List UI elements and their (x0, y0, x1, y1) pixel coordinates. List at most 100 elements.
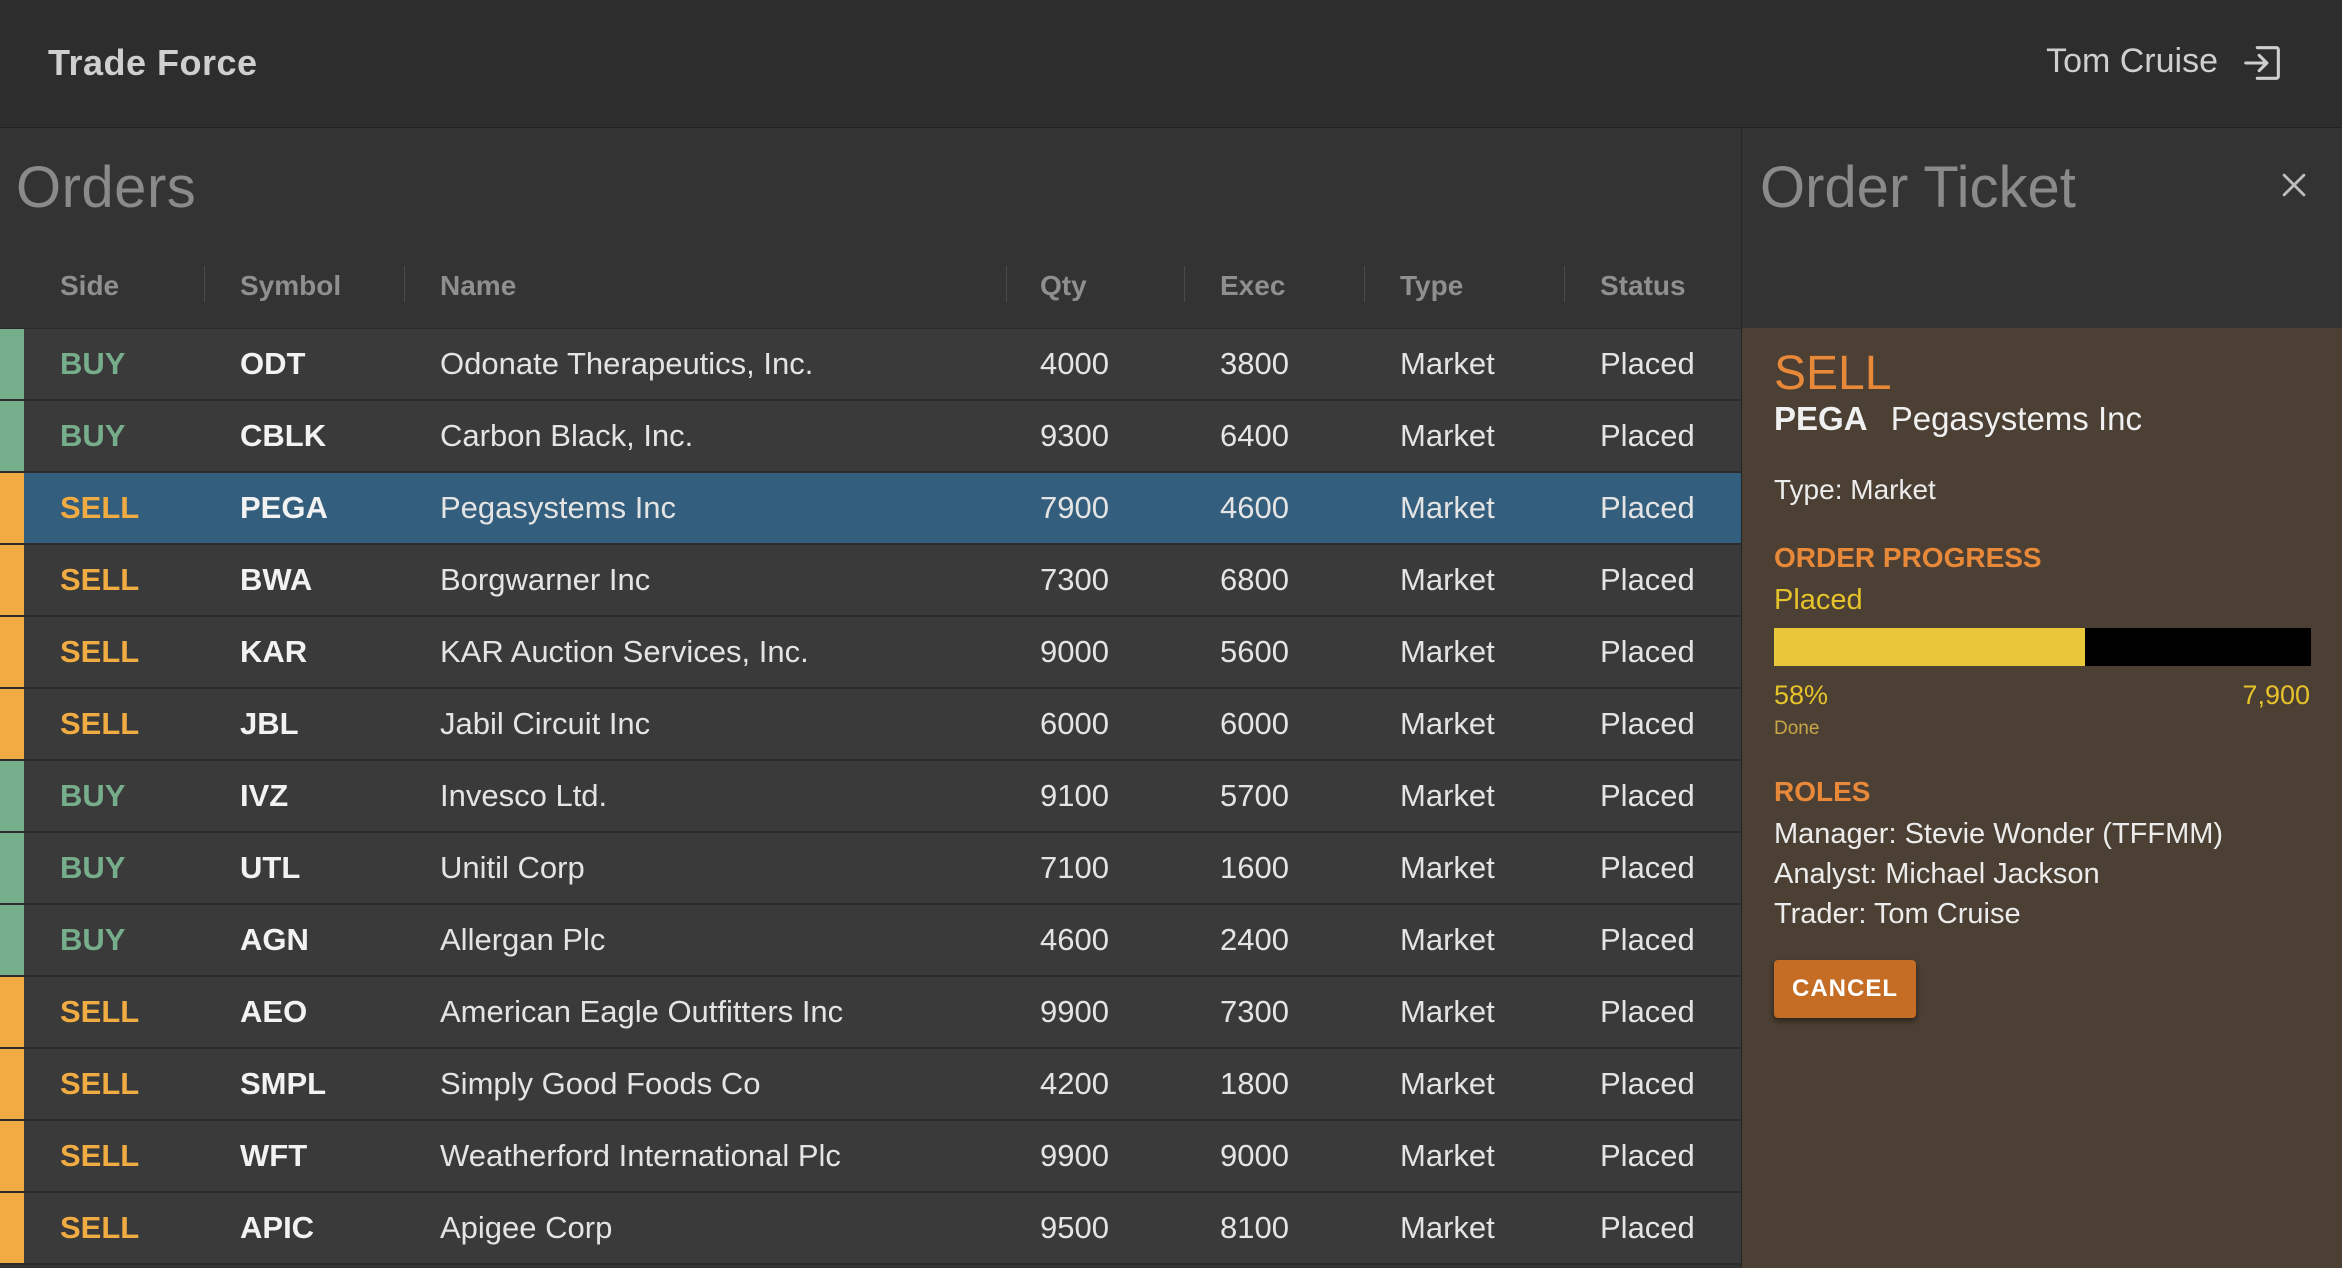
cell-symbol: JBL (240, 706, 299, 741)
role-manager: Manager: Stevie Wonder (TFFMM) (1774, 818, 2224, 850)
column-separator (1006, 266, 1007, 302)
column-header-qty[interactable]: Qty (1040, 264, 1087, 308)
table-row[interactable]: SELL WFT Weatherford International Plc 9900… (0, 1121, 1741, 1193)
table-row[interactable]: BUY ODT Odonate Therapeutics, Inc. 4000 3800… (0, 329, 1741, 401)
order-progress-bar (1774, 628, 2311, 666)
side-indicator-stripe (0, 1049, 24, 1119)
cell-exec: 1600 (1220, 850, 1289, 885)
logout-icon[interactable] (2240, 40, 2286, 86)
cell-side: SELL (60, 1138, 140, 1173)
column-header-status[interactable]: Status (1600, 264, 1686, 308)
ticket-instrument: PEGA Pegasystems Inc (1774, 400, 2142, 438)
cell-qty: 7100 (1040, 850, 1109, 885)
table-row[interactable]: SELL JBL Jabil Circuit Inc 6000 6000 Market Pl… (0, 689, 1741, 761)
cell-name: Apigee Corp (440, 1210, 613, 1245)
cell-exec: 6000 (1220, 706, 1289, 741)
table-row[interactable]: BUY CBLK Carbon Black, Inc. 9300 6400 Market P… (0, 401, 1741, 473)
table-row[interactable]: SELL SMPL Simply Good Foods Co 4200 1800 Mark… (0, 1049, 1741, 1121)
cell-type: Market (1400, 922, 1495, 957)
table-row[interactable]: SELL AEO American Eagle Outfitters Inc 9900… (0, 977, 1741, 1049)
cell-type: Market (1400, 706, 1495, 741)
cell-exec: 3800 (1220, 346, 1289, 381)
cell-side: BUY (60, 346, 126, 381)
cancel-order-button[interactable]: CANCEL (1774, 960, 1916, 1018)
cell-symbol: BWA (240, 562, 313, 597)
ticket-side: SELL (1774, 347, 1892, 400)
cell-qty: 4600 (1040, 922, 1109, 957)
cell-exec: 8100 (1220, 1210, 1289, 1245)
orders-panel: Orders Side Symbol Name Qty Exec Type St… (0, 128, 1741, 1268)
cell-exec: 7300 (1220, 994, 1289, 1029)
table-row[interactable]: BUY UTL Unitil Corp 7100 1600 Market Placed (0, 833, 1741, 905)
user-name: Tom Cruise (2046, 42, 2218, 80)
column-header-side[interactable]: Side (60, 264, 119, 308)
table-row[interactable]: SELL PEGA Pegasystems Inc 7900 4600 Market Pla… (0, 473, 1741, 545)
progress-done-label: Done (1774, 718, 1820, 739)
cell-status: Placed (1600, 778, 1695, 813)
cell-type: Market (1400, 562, 1495, 597)
cell-symbol: SMPL (240, 1066, 327, 1101)
cell-side: SELL (60, 1210, 140, 1245)
cell-type: Market (1400, 490, 1495, 525)
order-ticket-panel: Order Ticket SELL PEGA Pegasystems Inc T… (1741, 128, 2342, 1268)
cell-type: Market (1400, 1210, 1495, 1245)
cell-symbol: AGN (240, 922, 309, 957)
cell-side: BUY (60, 418, 126, 453)
cell-qty: 9300 (1040, 418, 1109, 453)
cell-name: American Eagle Outfitters Inc (440, 994, 844, 1029)
column-separator (1364, 266, 1365, 302)
cell-side: BUY (60, 922, 126, 957)
column-header-exec[interactable]: Exec (1220, 264, 1285, 308)
side-indicator-stripe (0, 761, 24, 831)
close-icon[interactable] (2277, 168, 2311, 202)
cell-qty: 7300 (1040, 562, 1109, 597)
table-row[interactable]: SELL BWA Borgwarner Inc 7300 6800 Market Place… (0, 545, 1741, 617)
cell-exec: 6400 (1220, 418, 1289, 453)
cell-side: SELL (60, 634, 140, 669)
cell-status: Placed (1600, 562, 1695, 597)
column-separator (1184, 266, 1185, 302)
cell-symbol: CBLK (240, 418, 327, 453)
cell-name: Odonate Therapeutics, Inc. (440, 346, 814, 381)
side-indicator-stripe (0, 473, 24, 543)
side-indicator-stripe (0, 1121, 24, 1191)
cell-side: BUY (60, 778, 126, 813)
roles-heading: ROLES (1774, 776, 1871, 807)
cell-symbol: APIC (240, 1210, 315, 1245)
cell-symbol: WFT (240, 1138, 308, 1173)
cell-name: Borgwarner Inc (440, 562, 651, 597)
table-row[interactable]: BUY AGN Allergan Plc 4600 2400 Market Placed (0, 905, 1741, 977)
column-header-name[interactable]: Name (440, 264, 516, 308)
ticket-header: Order Ticket (1742, 128, 2342, 328)
cell-symbol: UTL (240, 850, 301, 885)
table-row[interactable]: SELL APIC Apigee Corp 9500 8100 Market Placed (0, 1193, 1741, 1265)
side-indicator-stripe (0, 977, 24, 1047)
progress-percent: 58% (1774, 680, 1829, 710)
cell-exec: 9000 (1220, 1138, 1289, 1173)
cell-symbol: KAR (240, 634, 308, 669)
cell-status: Placed (1600, 1138, 1695, 1173)
cell-status: Placed (1600, 922, 1695, 957)
column-header-symbol[interactable]: Symbol (240, 264, 341, 308)
cell-side: SELL (60, 1066, 140, 1101)
column-separator (404, 266, 405, 302)
cell-name: Jabil Circuit Inc (440, 706, 651, 741)
cell-qty: 9000 (1040, 634, 1109, 669)
side-indicator-stripe (0, 401, 24, 471)
side-indicator-stripe (0, 617, 24, 687)
cell-qty: 9500 (1040, 1210, 1109, 1245)
cell-symbol: ODT (240, 346, 306, 381)
cell-type: Market (1400, 346, 1495, 381)
cell-status: Placed (1600, 994, 1695, 1029)
ticket-symbol: PEGA (1774, 400, 1868, 437)
table-row[interactable]: BUY IVZ Invesco Ltd. 9100 5700 Market Placed (0, 761, 1741, 833)
cell-type: Market (1400, 418, 1495, 453)
table-row[interactable]: SELL KAR KAR Auction Services, Inc. 9000 560… (0, 617, 1741, 689)
cell-name: Simply Good Foods Co (440, 1066, 761, 1101)
cell-side: SELL (60, 490, 140, 525)
progress-total: 7,900 (2242, 680, 2310, 710)
column-header-type[interactable]: Type (1400, 264, 1463, 308)
column-separator (1564, 266, 1565, 302)
cell-name: Invesco Ltd. (440, 778, 608, 813)
side-indicator-stripe (0, 689, 24, 759)
